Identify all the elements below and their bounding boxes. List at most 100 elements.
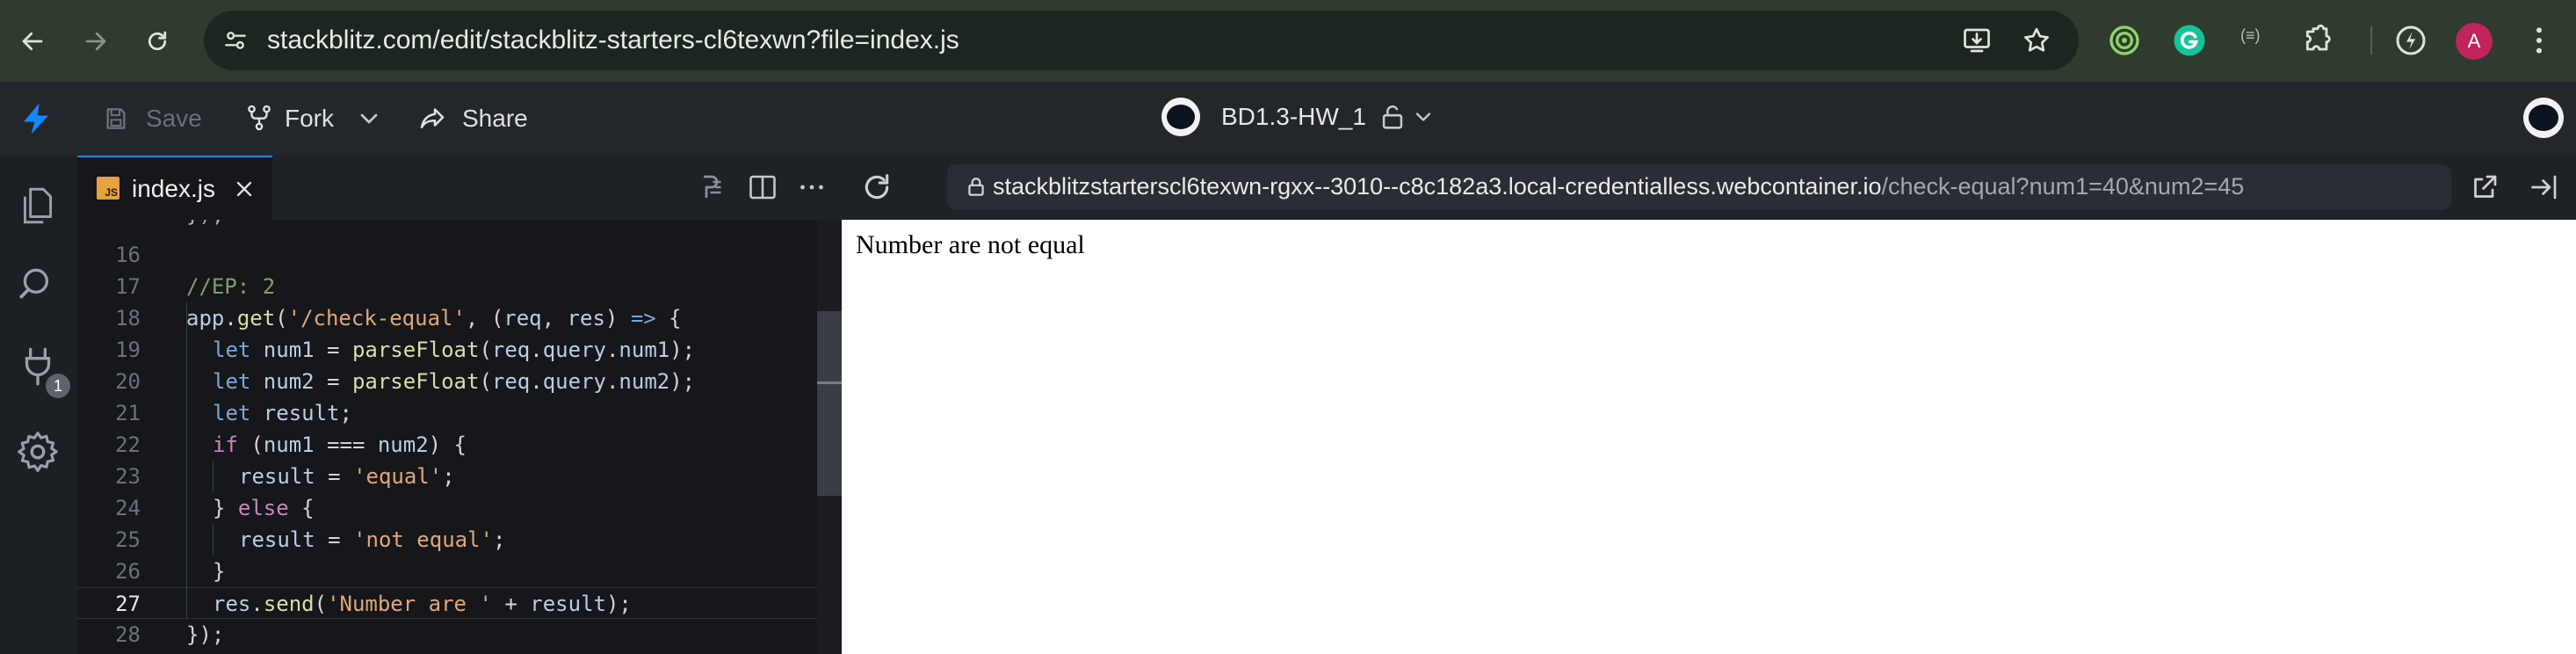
code-editor[interactable]: }); 1617//EP: 218app.get('/check-equal',… — [77, 220, 842, 654]
install-app-icon[interactable] — [1961, 25, 1993, 56]
back-button[interactable] — [11, 19, 54, 63]
code-token: num1 — [619, 338, 670, 362]
code-token: } — [213, 559, 226, 584]
line-number: 23 — [115, 464, 141, 489]
code-token: ) — [604, 306, 631, 331]
editor-scrollbar[interactable] — [817, 220, 842, 654]
line-source: if (num1 === num2) { — [213, 429, 467, 461]
code-token: result — [263, 401, 340, 425]
code-token: '/check-equal' — [287, 306, 466, 331]
code-token: app — [186, 306, 225, 331]
line-source: let num2 = parseFloat(req.query.num2); — [213, 366, 695, 397]
line-number: 20 — [115, 369, 141, 394]
code-line-partial: }); — [77, 220, 842, 230]
code-line: 27 res.send('Number are ' + result); — [77, 587, 842, 619]
code-token: send — [263, 592, 315, 616]
extensions-puzzle-icon[interactable] — [2300, 23, 2335, 58]
code-token: . — [224, 306, 237, 331]
browser-chrome: stackblitz.com/edit/stackblitz-starters-… — [0, 0, 2576, 82]
settings-gear-icon[interactable] — [14, 428, 62, 476]
share-button[interactable]: Share — [416, 99, 539, 138]
preview-reload-icon[interactable] — [859, 170, 894, 205]
stackblitz-logo-icon[interactable] — [18, 99, 54, 138]
extension-target-icon[interactable] — [2107, 23, 2142, 58]
code-token: result — [239, 464, 315, 489]
code-token: req — [503, 306, 542, 331]
code-line: 28}); — [77, 619, 842, 650]
prettier-format-icon[interactable] — [696, 171, 727, 203]
line-number: 22 — [115, 432, 141, 457]
more-options-icon[interactable] — [796, 171, 828, 203]
project-name[interactable]: BD1.3-HW_1 — [1221, 103, 1366, 131]
code-line: 19 let num1 = parseFloat(req.query.num1); — [77, 334, 842, 366]
code-token: if — [213, 432, 251, 457]
visibility-chevron-icon[interactable] — [1411, 105, 1436, 129]
code-token: ( — [275, 306, 288, 331]
code-token: let — [213, 369, 264, 394]
files-icon[interactable] — [16, 182, 60, 229]
code-token: num2 — [619, 369, 670, 394]
save-button[interactable]: Save — [102, 99, 207, 138]
extension-json-icon[interactable]: (≡) — [2240, 26, 2261, 45]
code-line: 17 //EP: 2 — [77, 271, 842, 302]
code-token: . — [530, 369, 543, 394]
code-token: ); — [669, 338, 696, 362]
site-settings-icon[interactable] — [221, 26, 250, 54]
share-icon — [420, 108, 445, 129]
line-number: 19 — [115, 338, 141, 362]
preview-lock-icon — [965, 175, 988, 200]
tab-index-js[interactable]: JS index.js — [77, 156, 272, 220]
grammarly-icon[interactable] — [2172, 23, 2207, 58]
code-token: else — [237, 496, 289, 520]
preview-url-bar[interactable]: stackblitzstarterscl6texwn-rgxx--3010--c… — [947, 164, 2451, 210]
code-token: { — [655, 306, 682, 331]
reload-button[interactable] — [135, 19, 179, 63]
code-token: { — [288, 496, 315, 520]
code-token: ( — [314, 592, 328, 616]
code-token: result — [239, 527, 315, 552]
forward-button[interactable] — [74, 19, 118, 63]
user-avatar[interactable] — [2523, 98, 2564, 138]
code-token: query — [542, 369, 606, 394]
code-token: let — [213, 401, 264, 425]
performance-icon[interactable] — [2393, 23, 2428, 58]
bookmark-star-icon[interactable] — [2021, 25, 2052, 56]
code-line: 16 — [77, 239, 842, 271]
preview-frame[interactable]: Number are not equal — [842, 220, 2576, 654]
line-number: 18 — [115, 306, 141, 331]
code-line: 25 result = 'not equal'; — [77, 524, 842, 556]
line-number: 24 — [115, 496, 141, 520]
code-token: === — [314, 432, 378, 457]
browser-menu-icon[interactable] — [2522, 23, 2557, 58]
line-number: 17 — [115, 274, 141, 299]
preview-url-path: /check-equal?num1=40&num2=45 — [1881, 173, 2245, 200]
search-icon[interactable] — [16, 263, 60, 307]
close-tab-icon[interactable] — [232, 177, 257, 201]
code-token: parseFloat — [351, 338, 480, 362]
code-token: res — [567, 306, 605, 331]
code-token: num1 — [263, 432, 315, 457]
split-editor-icon[interactable] — [747, 171, 778, 203]
scrollbar-thumb[interactable] — [817, 311, 842, 496]
code-token: , — [541, 306, 568, 331]
line-source: } — [213, 556, 225, 587]
collapse-preview-icon[interactable] — [2529, 171, 2560, 203]
code-token: => — [630, 306, 656, 331]
code-token: = — [314, 338, 352, 362]
lock-icon[interactable] — [1378, 101, 1407, 134]
profile-avatar[interactable]: A — [2456, 23, 2493, 60]
line-source: result = 'not equal'; — [239, 524, 505, 556]
address-bar[interactable]: stackblitz.com/edit/stackblitz-starters-… — [204, 11, 2079, 70]
stackblitz-toolbar: Save Fork Share BD1.3-HW_1 — [0, 82, 2576, 156]
code-token: . — [605, 369, 619, 394]
code-line: 24} else { — [77, 492, 842, 524]
save-label: Save — [146, 105, 202, 132]
code-token: ( — [479, 369, 492, 394]
fork-options-chevron-icon[interactable] — [355, 105, 383, 133]
code-token: ; — [493, 527, 506, 552]
toolbar-divider — [2370, 26, 2372, 54]
code-token: get — [236, 306, 276, 331]
open-in-new-tab-icon[interactable] — [2469, 171, 2500, 203]
fork-button[interactable]: Fork — [244, 99, 350, 138]
code-token: = — [315, 464, 354, 489]
